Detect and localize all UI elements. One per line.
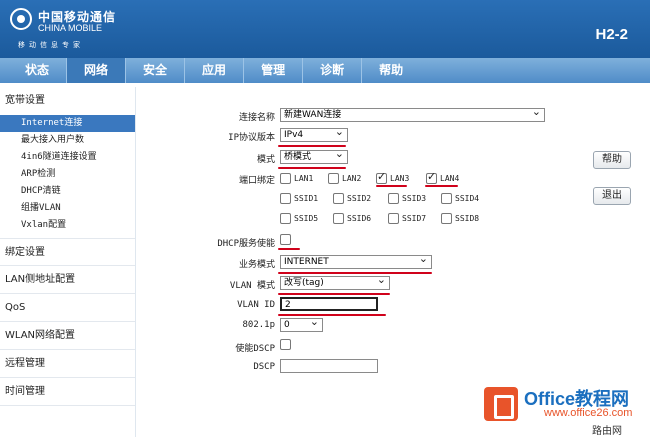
port-checkbox-lan2[interactable] bbox=[328, 173, 339, 184]
nav-application[interactable]: 应用 bbox=[185, 58, 245, 83]
p8021-label: 802.1p bbox=[242, 320, 275, 330]
vlan-id-input[interactable]: 2 bbox=[280, 297, 378, 311]
sidebar-group-time[interactable]: 时间管理 bbox=[0, 378, 135, 406]
port-checkbox-ssid7[interactable] bbox=[388, 213, 399, 224]
port-bind-label: 端口绑定 bbox=[238, 176, 275, 186]
watermark: Office教程网 www.office26.com bbox=[484, 383, 650, 437]
port-label-lan1: LAN1 bbox=[294, 174, 314, 183]
port-label-lan2: LAN2 bbox=[342, 174, 362, 183]
connection-name-select[interactable]: 新建WAN连接 bbox=[280, 106, 545, 122]
port-label-ssid1: SSID1 bbox=[294, 194, 319, 203]
nav-status[interactable]: 状态 bbox=[8, 58, 68, 83]
port-label-ssid8: SSID8 bbox=[455, 214, 480, 223]
annotation-underline bbox=[425, 185, 458, 187]
vlan-mode-label: VLAN 模式 bbox=[229, 281, 275, 291]
sidebar-group-lan[interactable]: LAN侧地址配置 bbox=[0, 266, 135, 294]
sidebar: 宽带设置 Internet连接 最大接入用户数 4in6隧道连接设置 ARP检测… bbox=[0, 87, 136, 437]
dscp-enable-checkbox[interactable] bbox=[280, 339, 291, 350]
annotation-underline bbox=[278, 167, 346, 169]
nav-management[interactable]: 管理 bbox=[244, 58, 304, 83]
china-mobile-logo: 中国移动通信 CHINA MOBILE 移动信息专家 bbox=[10, 6, 160, 52]
nav-help[interactable]: 帮助 bbox=[362, 58, 420, 83]
sidebar-item-max-users[interactable]: 最大接入用户数 bbox=[0, 132, 135, 149]
port-checkbox-ssid3[interactable] bbox=[388, 193, 399, 204]
mode-label: 模式 bbox=[256, 155, 275, 165]
brand-en: CHINA MOBILE bbox=[38, 23, 103, 33]
port-checkbox-ssid2[interactable] bbox=[333, 193, 344, 204]
port-label-ssid3: SSID3 bbox=[402, 194, 427, 203]
nav-diagnostics[interactable]: 诊断 bbox=[303, 58, 363, 83]
watermark-corner: 路由网 bbox=[592, 426, 622, 437]
port-label-ssid5: SSID5 bbox=[294, 214, 319, 223]
dhcp-label: DHCP服务使能 bbox=[217, 239, 275, 249]
sidebar-group-remote[interactable]: 远程管理 bbox=[0, 350, 135, 378]
header-bar: 中国移动通信 CHINA MOBILE 移动信息专家 H2-2 bbox=[0, 0, 650, 58]
annotation-underline bbox=[278, 248, 300, 250]
port-label-lan3: LAN3 bbox=[390, 174, 410, 183]
port-checkbox-ssid4[interactable] bbox=[441, 193, 452, 204]
p8021-select[interactable]: 0 bbox=[280, 316, 323, 332]
exit-button[interactable]: 退出 bbox=[593, 187, 631, 205]
service-mode-select[interactable]: INTERNET bbox=[280, 253, 432, 269]
office-logo-icon bbox=[484, 387, 518, 421]
ip-version-label: IP协议版本 bbox=[228, 133, 275, 143]
sidebar-group-binding[interactable]: 绑定设置 bbox=[0, 238, 135, 266]
dhcp-checkbox[interactable] bbox=[280, 234, 291, 245]
port-checkbox-ssid8[interactable] bbox=[441, 213, 452, 224]
port-label-ssid4: SSID4 bbox=[455, 194, 480, 203]
port-checkbox-ssid1[interactable] bbox=[280, 193, 291, 204]
device-model: H2-2 bbox=[595, 26, 628, 43]
sidebar-item-multicast-vlan[interactable]: 组播VLAN bbox=[0, 200, 135, 217]
ip-version-select[interactable]: IPv4 bbox=[280, 126, 348, 142]
vlan-mode-select[interactable]: 改写(tag) bbox=[280, 274, 390, 290]
watermark-url: www.office26.com bbox=[544, 407, 633, 419]
china-mobile-logo-icon bbox=[10, 8, 32, 30]
annotation-underline bbox=[376, 185, 407, 187]
mode-select[interactable]: 桥模式 bbox=[280, 148, 348, 164]
port-checkbox-lan3[interactable] bbox=[376, 170, 387, 184]
port-checkbox-lan1[interactable] bbox=[280, 173, 291, 184]
port-label-ssid7: SSID7 bbox=[402, 214, 427, 223]
brand-sub: 移动信息专家 bbox=[18, 41, 84, 49]
port-checkbox-lan4[interactable] bbox=[426, 170, 437, 184]
port-label-ssid2: SSID2 bbox=[347, 194, 372, 203]
annotation-underline bbox=[278, 293, 390, 295]
dscp-label: DSCP bbox=[253, 362, 275, 372]
port-label-lan4: LAN4 bbox=[440, 174, 460, 183]
sidebar-item-4in6[interactable]: 4in6隧道连接设置 bbox=[0, 149, 135, 166]
sidebar-item-dhcp[interactable]: DHCP清链 bbox=[0, 183, 135, 200]
nav-network[interactable]: 网络 bbox=[67, 58, 127, 83]
vlan-id-label: VLAN ID bbox=[237, 300, 275, 310]
service-mode-label: 业务模式 bbox=[238, 260, 275, 270]
help-button[interactable]: 帮助 bbox=[593, 151, 631, 169]
router-admin-page: 中国移动通信 CHINA MOBILE 移动信息专家 H2-2 状态 网络 安全… bbox=[0, 0, 650, 437]
sidebar-item-arp[interactable]: ARP检测 bbox=[0, 166, 135, 183]
sidebar-item-vxlan[interactable]: Vxlan配置 bbox=[0, 217, 135, 234]
dscp-enable-label: 使能DSCP bbox=[235, 344, 275, 354]
annotation-underline bbox=[278, 272, 432, 274]
connection-name-label: 连接名称 bbox=[238, 113, 275, 123]
port-label-ssid6: SSID6 bbox=[347, 214, 372, 223]
sidebar-group-qos[interactable]: QoS bbox=[0, 294, 135, 322]
annotation-underline bbox=[278, 314, 386, 316]
port-checkbox-ssid6[interactable] bbox=[333, 213, 344, 224]
dscp-input[interactable] bbox=[280, 359, 378, 373]
port-checkbox-ssid5[interactable] bbox=[280, 213, 291, 224]
sidebar-item-internet[interactable]: Internet连接 bbox=[0, 115, 135, 132]
sidebar-group-broadband[interactable]: 宽带设置 bbox=[0, 87, 135, 115]
main-nav: 状态 网络 安全 应用 管理 诊断 帮助 bbox=[0, 58, 650, 83]
sidebar-group-wlan[interactable]: WLAN网络配置 bbox=[0, 322, 135, 350]
nav-security[interactable]: 安全 bbox=[126, 58, 186, 83]
